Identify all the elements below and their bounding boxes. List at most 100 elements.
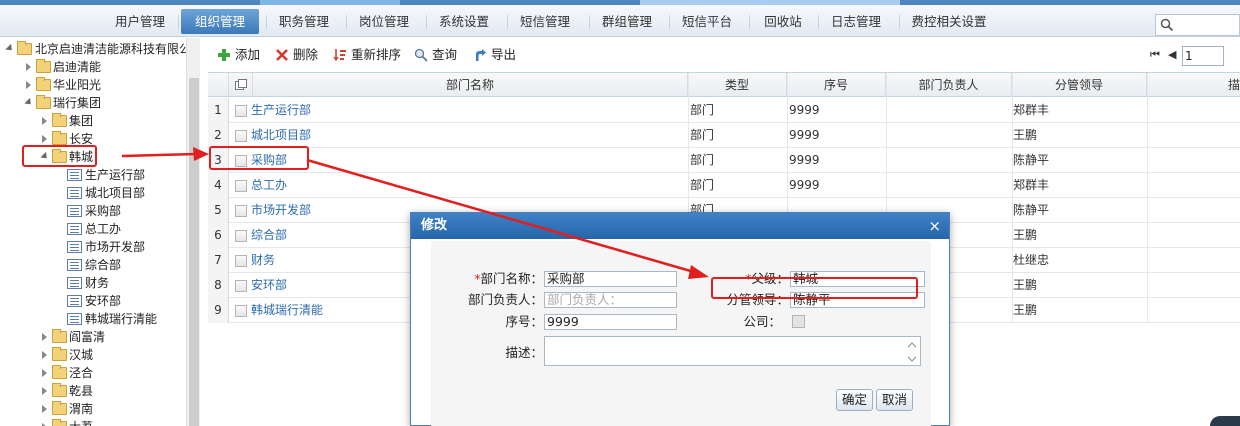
scrollbar-thumb[interactable] (189, 78, 199, 426)
export-arrow-icon (476, 49, 486, 61)
header-seq[interactable]: 序号 (787, 73, 886, 97)
dept-icon (67, 205, 82, 217)
column-divider (1147, 73, 1148, 323)
row-checkbox[interactable] (235, 180, 247, 192)
row-number: 2 (208, 123, 229, 148)
row-checkbox[interactable] (235, 105, 247, 117)
first-page-button[interactable]: ⏮ (1150, 48, 1160, 62)
annotation-box-leader-field (711, 277, 918, 299)
nav-sms-platform[interactable]: 短信平台 (671, 9, 743, 34)
nav-sms-management[interactable]: 短信管理 (509, 9, 581, 34)
search-icon (1160, 18, 1174, 32)
dept-icon (67, 169, 82, 181)
header-desc[interactable]: 描 (1147, 73, 1240, 97)
row-number: 4 (208, 173, 229, 198)
nav-org-management[interactable]: 组织管理 (181, 9, 259, 34)
folder-icon (17, 41, 32, 55)
row-checkbox[interactable] (235, 305, 247, 317)
table-row[interactable]: 2 城北项目部 部门 9999 王鹏 (208, 123, 1240, 148)
table-row[interactable]: 1 生产运行部 部门 9999 郑群丰 (208, 98, 1240, 123)
cell-leader: 王鹏 (1013, 303, 1038, 317)
plus-icon (218, 49, 230, 61)
header-type[interactable]: 类型 (688, 73, 787, 97)
column-divider (1012, 73, 1013, 323)
row-number: 8 (208, 273, 229, 298)
row-number: 7 (208, 248, 229, 273)
row-checkbox[interactable] (235, 205, 247, 217)
table-row[interactable]: 3 采购部 部门 9999 陈静平 (208, 148, 1240, 173)
page-number-input[interactable]: 1 (1182, 46, 1224, 66)
table-row[interactable]: 4 总工办 部门 9999 郑群丰 (208, 173, 1240, 198)
cell-dept-name[interactable]: 韩城瑞行清能 (251, 298, 323, 323)
grid-header: 部门名称 类型 序号 部门负责人 分管领导 描 (208, 73, 1240, 97)
cell-leader: 王鹏 (1013, 228, 1038, 242)
cell-type: 部门 (690, 103, 715, 117)
close-icon[interactable]: × (928, 213, 941, 239)
header-leader[interactable]: 分管领导 (1012, 73, 1147, 97)
dept-icon (67, 277, 82, 289)
cell-leader: 陈静平 (1013, 203, 1050, 217)
cell-dept-name[interactable]: 安环部 (251, 273, 287, 298)
cell-dept-name[interactable]: 综合部 (251, 223, 287, 248)
folder-icon (52, 419, 67, 426)
cell-seq: 9999 (789, 178, 820, 192)
cell-dept-name[interactable]: 生产运行部 (251, 98, 311, 123)
row-checkbox[interactable] (235, 130, 247, 142)
dept-name-input[interactable]: 采购部 (544, 271, 677, 287)
row-checkbox[interactable] (235, 280, 247, 292)
row-checkbox[interactable] (235, 255, 247, 267)
company-label: 公司： (743, 314, 781, 329)
cell-dept-name[interactable]: 财务 (251, 248, 275, 273)
cell-seq: 9999 (789, 128, 820, 142)
desc-textarea[interactable] (544, 336, 921, 366)
folder-icon (36, 59, 51, 73)
grid-toolbar: 添加 删除 重新排序 查询 导出 (205, 42, 1240, 68)
top-nav-bar: 用户管理 组织管理 职务管理 岗位管理 系统设置 短信管理 群组管理 短信平台 … (0, 5, 1240, 37)
nav-recycle-bin[interactable]: 回收站 (751, 9, 815, 34)
export-button[interactable]: 导出 (473, 45, 516, 65)
dept-icon (67, 259, 82, 271)
cell-seq: 9999 (789, 153, 820, 167)
header-dept-head[interactable]: 部门负责人 (886, 73, 1012, 97)
nav-log-management[interactable]: 日志管理 (820, 9, 892, 34)
tree-scrollbar[interactable] (186, 38, 200, 426)
folder-icon (52, 113, 67, 127)
delete-x-icon (276, 49, 288, 61)
nav-system-settings[interactable]: 系统设置 (428, 9, 500, 34)
dept-head-input[interactable]: 部门负责人： (544, 292, 677, 308)
row-checkbox[interactable] (235, 230, 247, 242)
nav-group-management[interactable]: 群组管理 (591, 9, 663, 34)
query-button[interactable]: 查询 (414, 45, 457, 65)
desc-label: 描述： (505, 345, 543, 360)
textarea-scroll-arrows-icon[interactable] (905, 338, 919, 366)
header-dept-name[interactable]: 部门名称 (253, 73, 688, 97)
dialog-body: *部门名称： 采购部 部门负责人： 部门负责人： 序号： 9999 描述： *父… (431, 241, 931, 426)
add-button[interactable]: 添加 (217, 45, 260, 65)
seq-input[interactable]: 9999 (544, 314, 677, 330)
company-checkbox[interactable] (792, 315, 805, 328)
folder-icon (52, 365, 67, 379)
delete-button[interactable]: 删除 (275, 45, 318, 65)
cell-dept-name[interactable]: 总工办 (251, 173, 287, 198)
nav-user-management[interactable]: 用户管理 (104, 9, 176, 34)
cell-dept-name[interactable]: 市场开发部 (251, 198, 311, 223)
header-select-all[interactable] (229, 73, 253, 97)
prev-page-button[interactable]: ◀ (1168, 48, 1176, 61)
row-number: 6 (208, 223, 229, 248)
corner-floating-badge[interactable] (1210, 416, 1240, 426)
sort-icon (333, 49, 346, 62)
dept-icon (67, 223, 82, 235)
nav-position-management[interactable]: 职务管理 (268, 9, 340, 34)
cell-dept-name[interactable]: 城北项目部 (251, 123, 311, 148)
nav-expense-settings[interactable]: 费控相关设置 (901, 9, 997, 34)
nav-post-management[interactable]: 岗位管理 (348, 9, 420, 34)
folder-icon (36, 95, 51, 109)
cancel-button[interactable]: 取消 (876, 389, 914, 411)
folder-icon (52, 329, 67, 343)
ok-button[interactable]: 确定 (836, 389, 874, 411)
folder-icon (36, 77, 51, 91)
nav-search-input[interactable] (1155, 14, 1240, 36)
reorder-button[interactable]: 重新排序 (333, 45, 401, 65)
dept-icon (67, 187, 82, 199)
cell-leader: 王鹏 (1013, 128, 1038, 142)
